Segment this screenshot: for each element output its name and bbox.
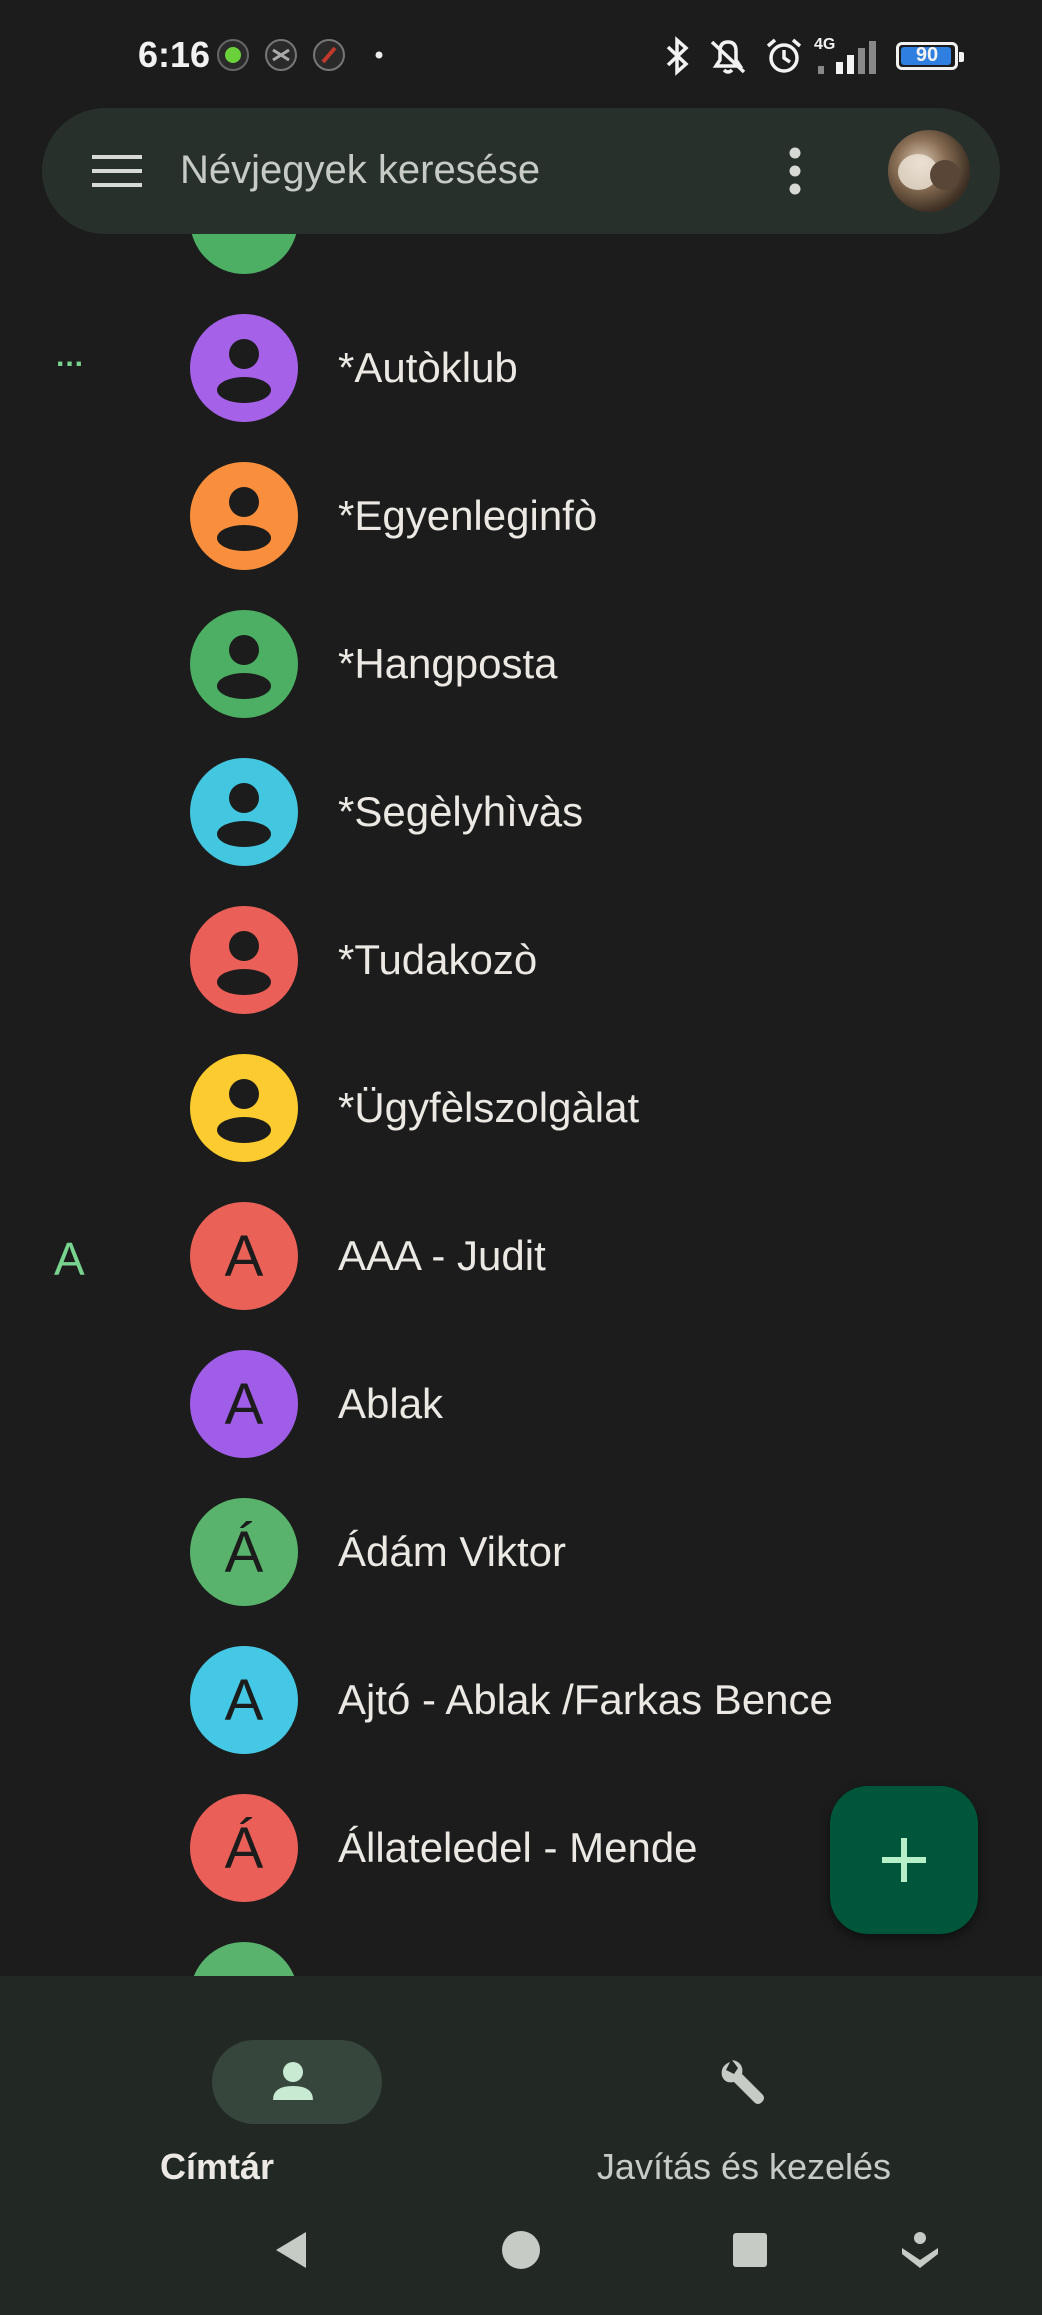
home-icon[interactable] xyxy=(497,2226,545,2274)
contact-name: Állateledel - Mende xyxy=(338,1824,698,1871)
contact-name: *Autòklub xyxy=(338,344,518,391)
bottom-navigation: Címtár Javítás és kezelés xyxy=(0,1976,1042,2187)
mute-icon xyxy=(710,40,746,74)
status-bar: 6:16 4G 90 xyxy=(0,0,1042,110)
person-icon xyxy=(217,1079,271,1143)
tab-directory[interactable]: Címtár xyxy=(80,2006,500,2187)
alarm-icon xyxy=(766,38,802,73)
person-icon xyxy=(217,487,271,551)
contact-initial: A xyxy=(224,1371,264,1437)
battery-level: 90 xyxy=(915,44,939,66)
contact-name: Ablak xyxy=(338,1380,444,1427)
person-icon xyxy=(273,2062,313,2100)
contact-name: *Hangposta xyxy=(338,640,558,687)
bluetooth-icon xyxy=(666,36,689,76)
section-header: A xyxy=(54,1233,85,1285)
list-item[interactable]: A A AAA - Judit xyxy=(0,1182,1042,1330)
contact-name: Ajtó - Ablak /Farkas Bence xyxy=(338,1676,833,1723)
dot-icon xyxy=(375,51,383,59)
running-app-icon xyxy=(217,39,249,71)
contact-avatar xyxy=(190,1054,298,1162)
contact-avatar: Á xyxy=(190,1498,298,1606)
tab-directory-label: Címtár xyxy=(159,2146,275,2187)
section-header: ... xyxy=(56,340,85,373)
list-item[interactable]: *Tudakozò xyxy=(0,886,1042,1034)
contact-name: *Segèlyhìvàs xyxy=(338,788,584,835)
list-item[interactable]: ... *Autòklub xyxy=(0,294,1042,442)
list-item-partial[interactable] xyxy=(0,234,1042,294)
plus-icon xyxy=(882,1838,926,1882)
contact-avatar: A xyxy=(190,1202,298,1310)
notification-app-icon xyxy=(265,39,297,71)
person-icon xyxy=(217,635,271,699)
list-item[interactable]: *Ügyfèlszolgàlat xyxy=(0,1034,1042,1182)
contact-name: *Egyenleginfò xyxy=(338,492,598,539)
search-bar[interactable]: Névjegyek keresése xyxy=(42,108,1000,234)
tab-fix-manage-label: Javítás és kezelés xyxy=(596,2146,892,2187)
contact-avatar: Á xyxy=(190,1794,298,1902)
recents-icon[interactable] xyxy=(726,2226,774,2274)
contact-initial: Á xyxy=(224,1519,264,1585)
person-icon xyxy=(217,931,271,995)
contact-name: *Ügyfèlszolgàlat xyxy=(338,1084,640,1131)
list-item[interactable]: *Hangposta xyxy=(0,590,1042,738)
add-contact-button[interactable] xyxy=(830,1786,978,1934)
list-item[interactable]: *Segèlyhìvàs xyxy=(0,738,1042,886)
menu-icon[interactable] xyxy=(92,151,142,191)
notification-app-icon-2 xyxy=(313,39,345,71)
list-item[interactable]: A Ajtó - Ablak /Farkas Bence xyxy=(0,1626,1042,1774)
contact-avatar xyxy=(190,462,298,570)
person-icon xyxy=(217,783,271,847)
contact-avatar: A xyxy=(190,1350,298,1458)
contact-initial: Á xyxy=(224,1815,264,1881)
contact-list[interactable]: ... *Autòklub *Egyenleginfò *Hangposta *… xyxy=(0,234,1042,1976)
back-icon[interactable] xyxy=(268,2226,316,2274)
search-input[interactable]: Névjegyek keresése xyxy=(180,148,540,193)
contact-name: AAA - Judit xyxy=(338,1232,546,1279)
contact-name: Ádám Viktor xyxy=(338,1528,566,1575)
contact-avatar xyxy=(190,610,298,718)
list-item[interactable]: *Egyenleginfò xyxy=(0,442,1042,590)
system-navigation-bar xyxy=(0,2186,1042,2315)
contact-avatar xyxy=(190,758,298,866)
list-item[interactable]: A Ablak xyxy=(0,1330,1042,1478)
list-item[interactable]: Á Ádám Viktor xyxy=(0,1478,1042,1626)
contact-avatar xyxy=(190,314,298,422)
status-time: 6:16 xyxy=(138,34,211,75)
more-options-icon[interactable] xyxy=(787,146,803,196)
person-icon xyxy=(217,339,271,403)
signal-icon xyxy=(818,41,876,74)
contact-avatar: A xyxy=(190,1646,298,1754)
contact-name: *Tudakozò xyxy=(338,936,538,983)
contact-avatar xyxy=(190,234,298,274)
assistant-icon[interactable] xyxy=(896,2226,944,2274)
tab-fix-manage[interactable]: Javítás és kezelés xyxy=(530,2006,950,2187)
wrench-icon xyxy=(721,2060,764,2104)
account-avatar[interactable] xyxy=(888,130,970,212)
battery-indicator: 90 xyxy=(896,42,964,70)
contact-avatar xyxy=(190,906,298,1014)
contact-initial: A xyxy=(224,1223,264,1289)
contact-avatar xyxy=(190,1942,298,1976)
contact-initial: A xyxy=(224,1667,264,1733)
